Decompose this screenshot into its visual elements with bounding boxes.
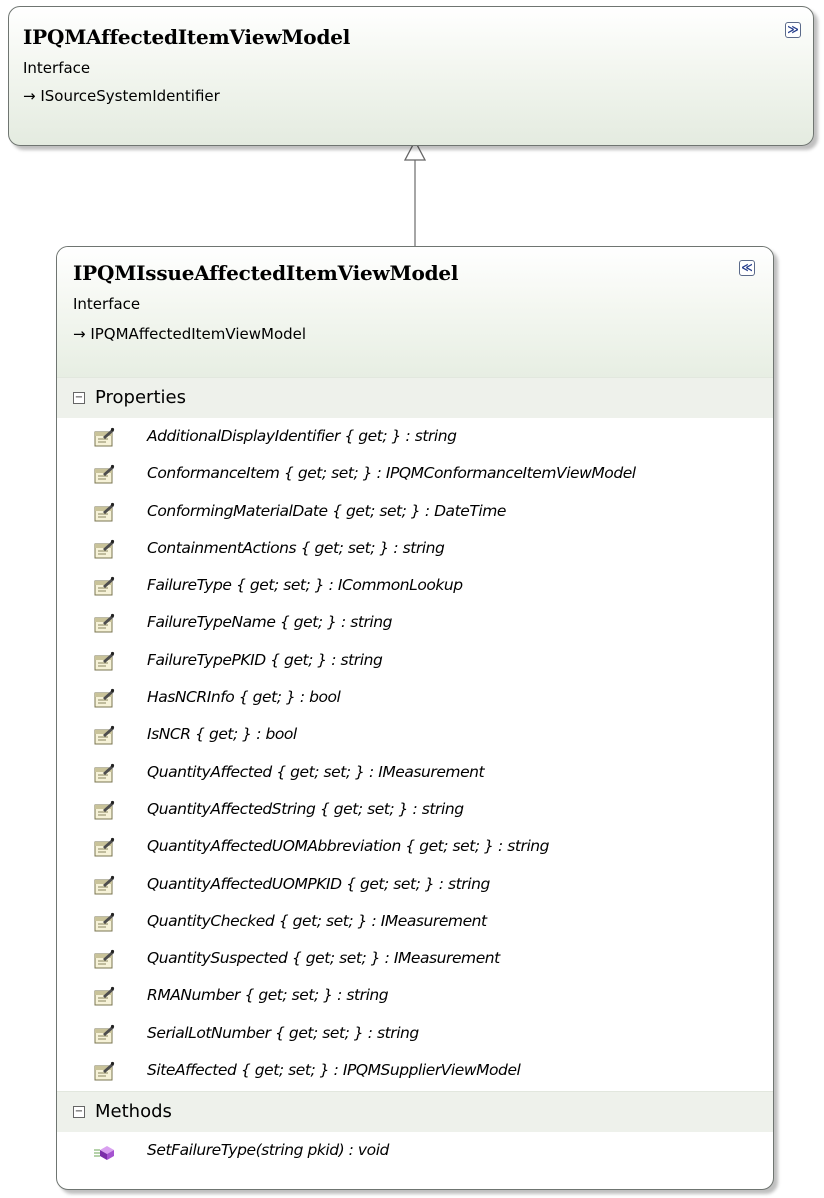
property-row[interactable]: QuantityAffectedUOMAbbreviation { get; s… xyxy=(57,830,773,867)
property-row[interactable]: RMANumber { get; set; } : string xyxy=(57,979,773,1016)
property-icon xyxy=(93,1061,115,1083)
property-row-text: FailureType { get; set; } : ICommonLooku… xyxy=(147,576,463,595)
property-row[interactable]: QuantityChecked { get; set; } : IMeasure… xyxy=(57,905,773,942)
derived-interface-stereotype: Interface xyxy=(73,295,141,313)
collapse-section-icon[interactable]: − xyxy=(73,1106,85,1119)
property-row[interactable]: ConformingMaterialDate { get; set; } : D… xyxy=(57,495,773,532)
derived-interface-header: IPQMIssueAffectedItemViewModel Interface… xyxy=(57,247,773,377)
property-row-text: SiteAffected { get; set; } : IPQMSupplie… xyxy=(147,1061,521,1080)
property-row[interactable]: IsNCR { get; } : bool xyxy=(57,718,773,755)
expand-icon[interactable]: ≫ xyxy=(785,22,801,38)
derived-interface-inherits: → IPQMAffectedItemViewModel xyxy=(73,325,307,343)
property-row-text: QuantityChecked { get; set; } : IMeasure… xyxy=(147,911,487,930)
property-icon xyxy=(93,763,115,785)
property-row-text: ConformanceItem { get; set; } : IPQMConf… xyxy=(147,464,636,483)
property-row-text: FailureTypeName { get; } : string xyxy=(147,613,393,632)
base-interface-inherits: → ISourceSystemIdentifier xyxy=(23,87,220,105)
property-row-text: AdditionalDisplayIdentifier { get; } : s… xyxy=(147,427,457,445)
property-row-text: ConformingMaterialDate { get; set; } : D… xyxy=(147,501,506,520)
base-interface-shape[interactable]: IPQMAffectedItemViewModel Interface → IS… xyxy=(8,6,814,146)
property-row[interactable]: FailureTypePKID { get; } : string xyxy=(57,644,773,681)
base-interface-stereotype: Interface xyxy=(23,59,91,77)
property-row[interactable]: SerialLotNumber { get; set; } : string xyxy=(57,1017,773,1054)
property-icon xyxy=(93,1024,115,1046)
derived-interface-name[interactable]: IPQMIssueAffectedItemViewModel xyxy=(73,261,458,285)
property-icon xyxy=(93,912,115,934)
property-row[interactable]: ContainmentActions { get; set; } : strin… xyxy=(57,532,773,569)
property-icon xyxy=(93,502,115,524)
property-row[interactable]: FailureType { get; set; } : ICommonLooku… xyxy=(57,569,773,606)
property-row[interactable]: AdditionalDisplayIdentifier { get; } : s… xyxy=(57,420,773,457)
properties-list: AdditionalDisplayIdentifier { get; } : s… xyxy=(57,418,773,1091)
method-row[interactable]: SetFailureType(string pkid) : void xyxy=(57,1134,773,1171)
property-row[interactable]: QuantityAffectedString { get; set; } : s… xyxy=(57,793,773,830)
property-row-text: QuantityAffected { get; set; } : IMeasur… xyxy=(147,762,485,781)
property-row-text: RMANumber { get; set; } : string xyxy=(147,986,389,1005)
collapse-icon[interactable]: ≪ xyxy=(739,260,755,276)
property-icon xyxy=(93,464,115,486)
property-row[interactable]: FailureTypeName { get; } : string xyxy=(57,606,773,643)
methods-list: SetFailureType(string pkid) : void xyxy=(57,1132,773,1171)
property-icon xyxy=(93,949,115,971)
property-row-text: ContainmentActions { get; set; } : strin… xyxy=(147,538,445,557)
property-row[interactable]: SiteAffected { get; set; } : IPQMSupplie… xyxy=(57,1054,773,1091)
property-icon xyxy=(93,576,115,598)
property-icon xyxy=(93,688,115,710)
property-row[interactable]: QuantityAffected { get; set; } : IMeasur… xyxy=(57,756,773,793)
collapse-section-icon[interactable]: − xyxy=(73,392,85,404)
property-row-text: FailureTypePKID { get; } : string xyxy=(147,650,383,669)
method-row-text: SetFailureType(string pkid) : void xyxy=(147,1141,389,1160)
property-icon xyxy=(93,875,115,897)
property-row[interactable]: HasNCRInfo { get; } : bool xyxy=(57,681,773,718)
property-row[interactable]: QuantityAffectedUOMPKID { get; set; } : … xyxy=(57,868,773,905)
property-icon xyxy=(93,427,115,449)
properties-label: Properties xyxy=(95,387,186,408)
property-icon xyxy=(93,651,115,673)
methods-label: Methods xyxy=(95,1101,172,1123)
property-icon xyxy=(93,986,115,1008)
property-icon xyxy=(93,837,115,859)
base-interface-name[interactable]: IPQMAffectedItemViewModel xyxy=(23,25,350,49)
property-row-text: HasNCRInfo { get; } : bool xyxy=(147,688,341,707)
property-icon xyxy=(93,539,115,561)
property-row-text: QuantityAffectedUOMAbbreviation { get; s… xyxy=(147,837,550,856)
methods-section-header[interactable]: − Methods xyxy=(57,1091,773,1133)
derived-interface-shape[interactable]: IPQMIssueAffectedItemViewModel Interface… xyxy=(56,246,774,1190)
property-row-text: QuantityAffectedString { get; set; } : s… xyxy=(147,799,464,818)
property-icon xyxy=(93,800,115,822)
property-row[interactable]: QuantitySuspected { get; set; } : IMeasu… xyxy=(57,942,773,979)
property-icon xyxy=(93,613,115,635)
method-icon xyxy=(93,1141,115,1163)
property-icon xyxy=(93,725,115,747)
properties-section-header[interactable]: − Properties xyxy=(57,377,773,418)
property-row-text: SerialLotNumber { get; set; } : string xyxy=(147,1023,419,1042)
property-row-text: QuantityAffectedUOMPKID { get; set; } : … xyxy=(147,874,490,893)
property-row-text: IsNCR { get; } : bool xyxy=(147,725,297,744)
property-row-text: QuantitySuspected { get; set; } : IMeasu… xyxy=(147,949,500,968)
property-row[interactable]: ConformanceItem { get; set; } : IPQMConf… xyxy=(57,457,773,494)
